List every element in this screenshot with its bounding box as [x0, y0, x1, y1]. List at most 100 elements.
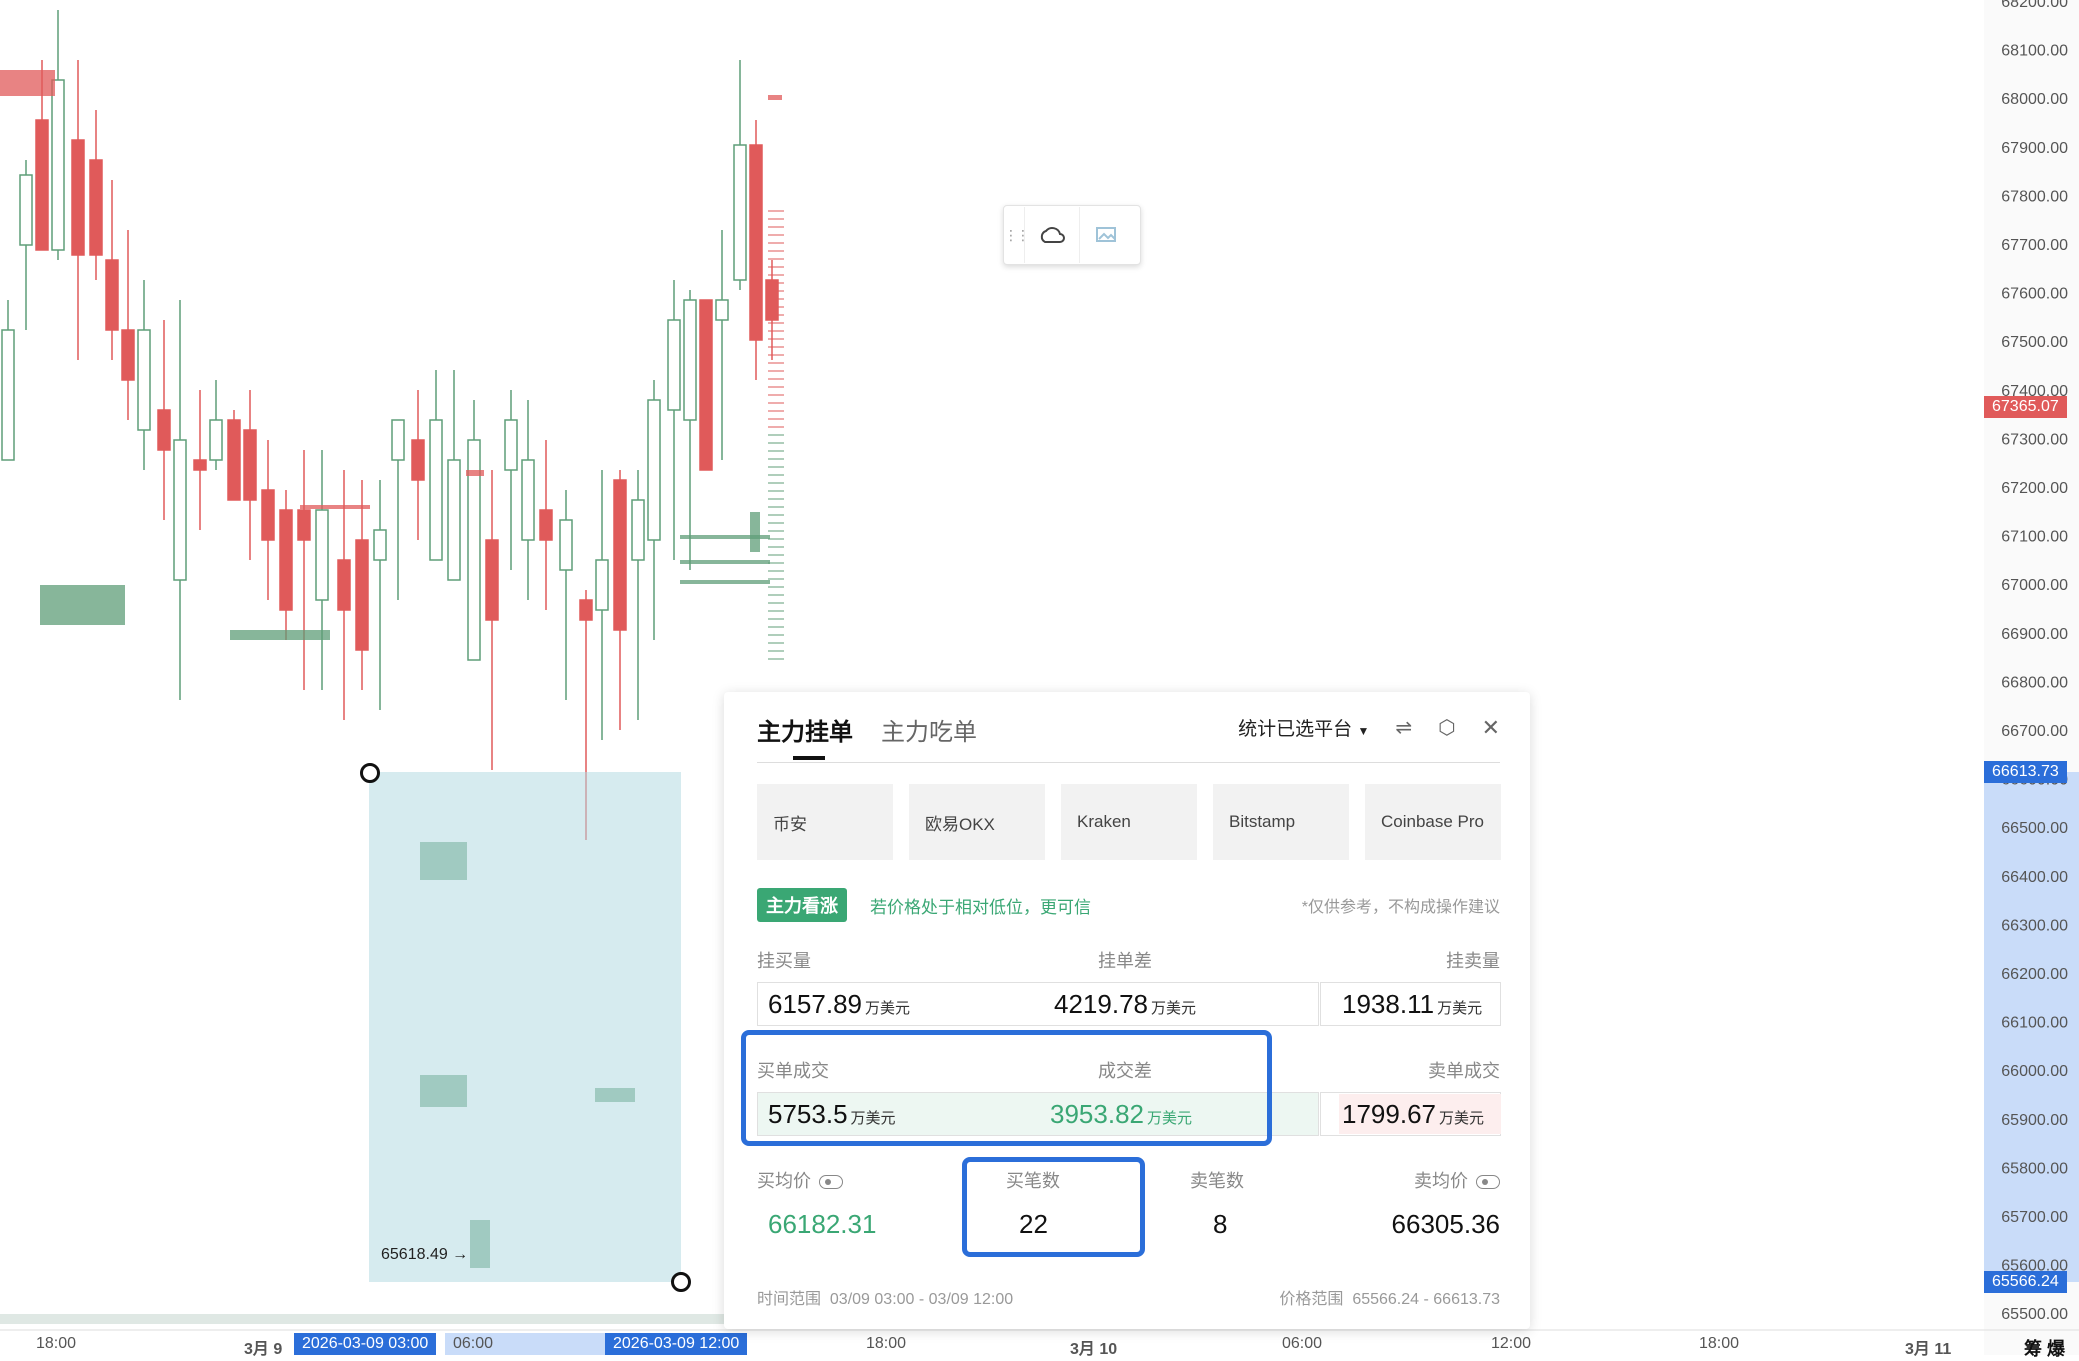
drag-handle-icon[interactable]: ⋮⋮	[1004, 227, 1030, 244]
depth-tick	[768, 410, 784, 412]
depth-tick	[768, 530, 784, 532]
depth-tick	[768, 266, 784, 268]
price-axis-label: 68000.00	[2001, 91, 2068, 108]
candle-body	[485, 539, 499, 621]
buy-avg-value: 66182.31	[768, 1209, 877, 1239]
depth-tick	[768, 274, 784, 276]
time-label: 18:00	[36, 1335, 77, 1352]
swap-button[interactable]: ⇌	[1395, 715, 1412, 740]
price-axis-label: 66200.00	[2001, 966, 2068, 983]
exchange-kraken[interactable]: Kraken	[1061, 784, 1197, 860]
disclaimer: *仅供参考，不构成操作建议	[1301, 899, 1500, 916]
price-axis-label: 67000.00	[2001, 577, 2068, 594]
tab-main-trades[interactable]: 主力吃单	[881, 712, 977, 747]
candle-body	[595, 559, 609, 611]
exchange-coinbase-pro[interactable]: Coinbase Pro	[1365, 784, 1501, 860]
drawing-toolbar: ⋮⋮	[1003, 205, 1141, 265]
active-tab-indicator	[793, 756, 825, 760]
price-axis-label: 67900.00	[2001, 140, 2068, 157]
price-axis-label: 67500.00	[2001, 334, 2068, 351]
cloud-sync-button[interactable]	[1024, 207, 1079, 263]
settings-button[interactable]: ⬡	[1438, 715, 1455, 740]
candle-body	[749, 144, 763, 341]
depth-tick	[768, 474, 784, 476]
price-axis-label: 65800.00	[2001, 1160, 2068, 1177]
selection-handle-top-left[interactable]	[360, 763, 380, 783]
depth-tick	[768, 226, 784, 228]
candle-body	[539, 509, 553, 541]
depth-tick	[768, 218, 784, 220]
depth-tick	[768, 402, 784, 404]
candle-body	[429, 419, 443, 561]
exchange-okx[interactable]: 欧易OKX	[909, 784, 1045, 860]
depth-tick	[768, 250, 784, 252]
price-axis-label: 66400.00	[2001, 869, 2068, 886]
eye-icon[interactable]	[1476, 1175, 1500, 1190]
depth-tick	[768, 506, 784, 508]
depth-tick	[768, 322, 784, 324]
exchange-bitstamp[interactable]: Bitstamp	[1213, 784, 1349, 860]
candle-body	[667, 319, 681, 411]
candle-body	[613, 479, 627, 631]
price-axis-label: 66300.00	[2001, 917, 2068, 934]
price-axis-label: 66500.00	[2001, 820, 2068, 837]
price-axis-label: 66100.00	[2001, 1015, 2068, 1032]
depth-tick	[768, 298, 784, 300]
price-axis-label: 67600.00	[2001, 286, 2068, 303]
depth-tick	[768, 362, 784, 364]
time-label: 12:00	[1491, 1335, 1532, 1352]
selection-box[interactable]	[369, 772, 681, 1282]
liquidity-bar	[40, 585, 125, 625]
price-axis-label: 68100.00	[2001, 43, 2068, 60]
depth-tick	[768, 610, 784, 612]
orders-diff-value: 4219.78 万美元	[1054, 989, 1196, 1019]
time-scrollbar[interactable]	[0, 1314, 725, 1324]
indicator-toggle[interactable]: 筹 爆	[2024, 1335, 2065, 1361]
settings-icon: ⬡	[1438, 717, 1456, 739]
selection-handle-bottom-right[interactable]	[671, 1272, 691, 1292]
tab-main-orders[interactable]: 主力挂单	[757, 712, 853, 747]
range-low-tag: 65566.24	[1984, 1271, 2067, 1293]
candle-body	[243, 429, 257, 501]
liquidity-bar	[768, 95, 782, 100]
time-label: 3月 9	[244, 1341, 283, 1358]
depth-tick	[768, 570, 784, 572]
candle-body	[631, 499, 645, 561]
candle-body	[647, 399, 661, 541]
depth-tick	[768, 658, 784, 660]
depth-tick	[768, 210, 784, 212]
candle-body	[733, 144, 747, 281]
depth-tick	[768, 538, 784, 540]
candle-body	[279, 509, 293, 611]
depth-tick	[768, 426, 784, 428]
eye-icon[interactable]	[819, 1175, 843, 1190]
candle-body	[137, 329, 151, 431]
candle-body	[157, 409, 171, 451]
price-axis-label: 65900.00	[2001, 1112, 2068, 1129]
price-axis-label: 67800.00	[2001, 188, 2068, 205]
close-button[interactable]: ✕	[1482, 715, 1500, 741]
depth-tick	[768, 602, 784, 604]
buy-orders-value: 6157.89 万美元	[768, 989, 910, 1019]
buy-avg-label: 买均价	[757, 1167, 843, 1193]
depth-tick	[768, 554, 784, 556]
depth-tick	[768, 314, 784, 316]
sell-count-value: 8	[1213, 1209, 1228, 1239]
exchange-binance[interactable]: 币安	[757, 784, 893, 860]
candle-body	[261, 489, 275, 541]
price-axis-label: 66700.00	[2001, 723, 2068, 740]
candle-body	[715, 299, 729, 321]
platform-select[interactable]: 统计已选平台 ▼	[1238, 714, 1369, 741]
time-label: 18:00	[1699, 1335, 1740, 1352]
panel-footer: 时间范围 03/09 03:00 - 03/09 12:00 价格范围 6556…	[757, 1291, 1500, 1308]
candle-body	[447, 459, 461, 581]
depth-tick	[768, 514, 784, 516]
orders-diff-label: 挂单差	[1098, 951, 1152, 971]
screenshot-button[interactable]	[1079, 207, 1134, 263]
price-range: 65566.24 - 66613.73	[1352, 1291, 1500, 1308]
candle-body	[173, 439, 187, 581]
depth-tick	[768, 434, 784, 436]
candle-body	[209, 419, 223, 461]
depth-tick	[768, 242, 784, 244]
candle-body	[297, 509, 311, 541]
